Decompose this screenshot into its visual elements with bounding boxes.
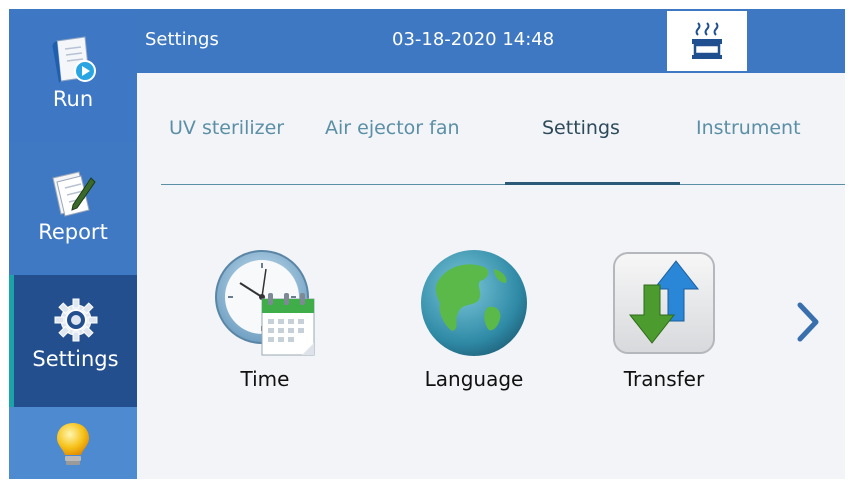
globe-icon [421,250,527,356]
tab-instrument[interactable]: Instrument [696,117,801,139]
tab-divider [161,184,845,185]
tile-label: Language [424,367,524,391]
gear-icon [54,298,97,342]
sidebar-item-light[interactable] [9,407,137,479]
transfer-arrows-icon [613,252,715,354]
sidebar-item-label: Settings [32,347,119,371]
sidebar: Run Report Settings [9,9,137,479]
time-setting-tile[interactable]: Time [205,247,325,391]
tab-air-ejector-fan[interactable]: Air ejector fan [325,117,460,139]
tile-label: Transfer [623,367,705,391]
next-page-button[interactable] [791,299,825,345]
sidebar-item-settings[interactable]: Settings [9,275,137,407]
sidebar-item-run[interactable]: Run [9,9,137,142]
tab-uv-sterilizer[interactable]: UV sterilizer [169,117,284,139]
app-window: Run Report Settings Settings 03-18-2020 … [9,9,845,479]
header-bar: Settings 03-18-2020 14:48 [137,9,845,73]
run-document-icon [52,36,96,83]
sidebar-item-label: Run [52,87,94,111]
tile-label: Time [240,367,290,391]
datetime-display: 03-18-2020 14:48 [392,29,555,50]
tab-settings[interactable]: Settings [542,117,620,139]
clock-calendar-icon [215,250,315,356]
transfer-setting-tile[interactable]: Transfer [599,247,729,391]
heater-icon [692,22,722,59]
sidebar-item-report[interactable]: Report [9,142,137,275]
report-pencil-icon [52,171,96,217]
active-tab-indicator [505,182,680,185]
lightbulb-icon [57,423,89,465]
page-title: Settings [145,29,219,50]
language-setting-tile[interactable]: Language [409,247,539,391]
chevron-right-icon [797,302,819,342]
heater-button[interactable] [665,9,749,73]
sidebar-item-label: Report [38,220,108,244]
